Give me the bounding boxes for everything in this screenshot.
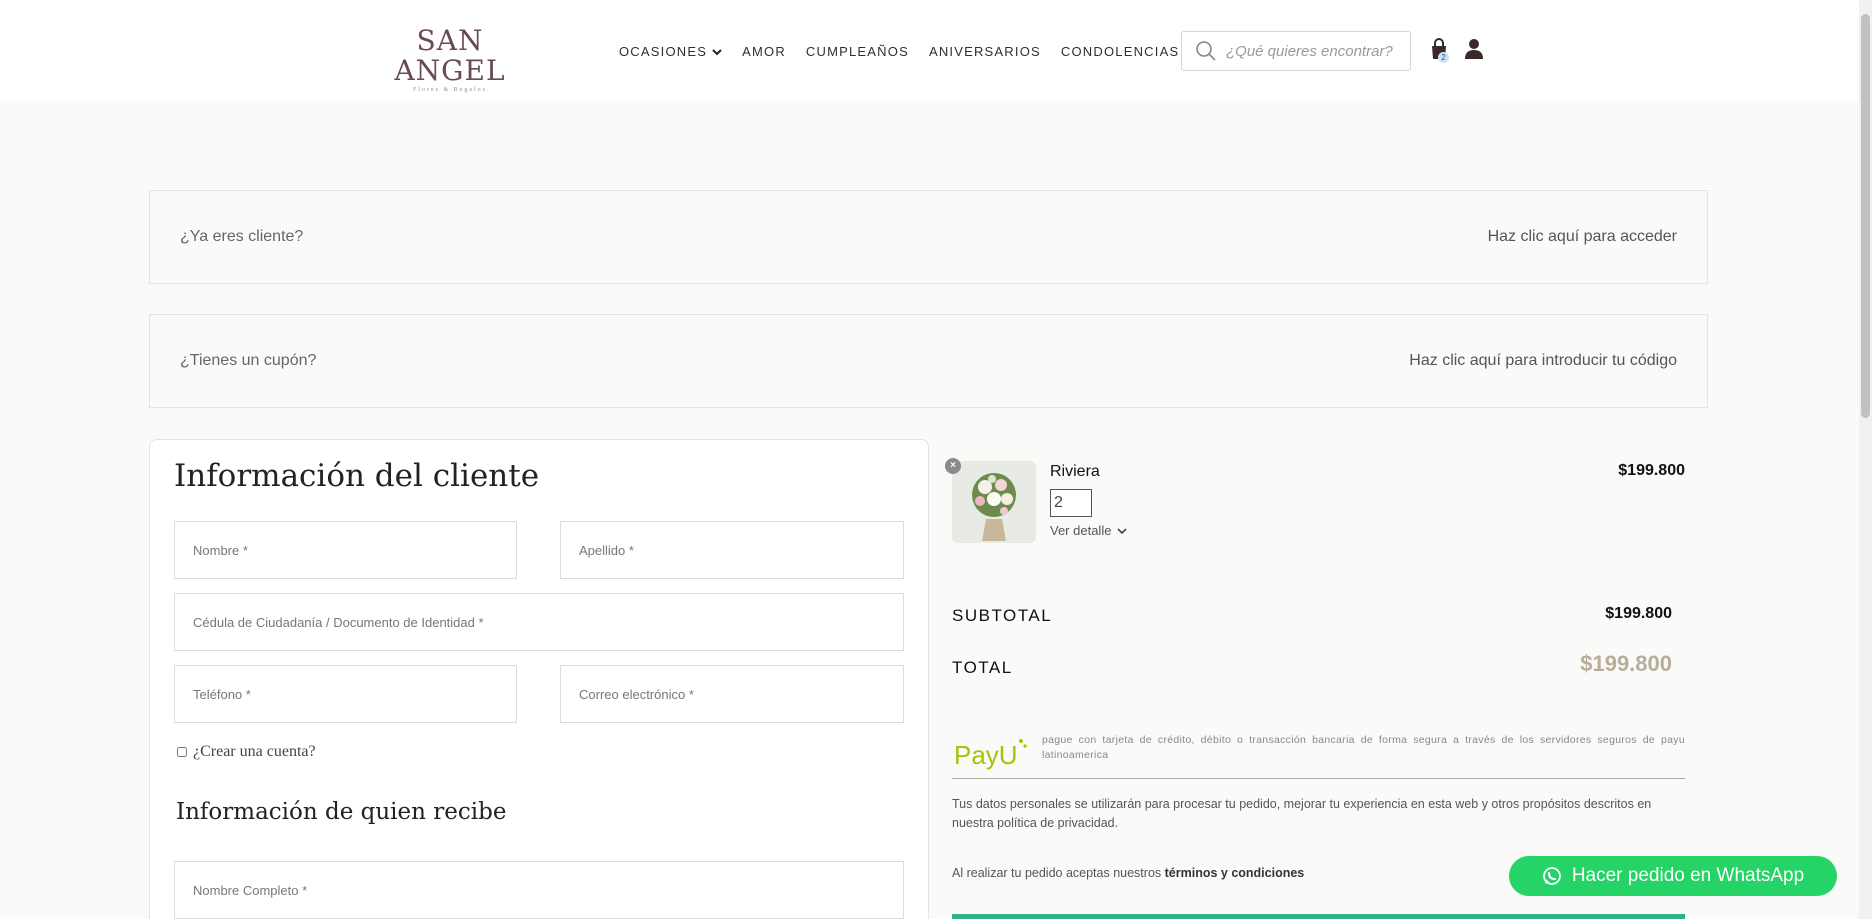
product-thumbnail[interactable] — [952, 461, 1036, 543]
cart-count-badge: 2 — [1438, 52, 1449, 63]
search-icon[interactable] — [1194, 39, 1218, 63]
chevron-down-icon — [712, 48, 722, 55]
quantity-input[interactable] — [1050, 489, 1092, 517]
payu-description: pague con tarjeta de crédito, débito o t… — [1042, 734, 1685, 761]
place-order-button[interactable] — [952, 914, 1685, 919]
login-notice: ¿Ya eres cliente? Haz clic aquí para acc… — [149, 190, 1708, 284]
product-name[interactable]: Riviera — [1050, 463, 1100, 481]
whatsapp-order-button[interactable]: Hacer pedido en WhatsApp — [1509, 856, 1837, 896]
user-icon[interactable] — [1465, 38, 1483, 60]
search-input[interactable] — [1226, 42, 1406, 60]
nav-item-condolencias[interactable]: CONDOLENCIAS — [1061, 44, 1179, 59]
chevron-down-icon — [1117, 527, 1128, 534]
subtotal-value: $199.800 — [1605, 605, 1672, 622]
id-document-field[interactable] — [174, 593, 904, 651]
whatsapp-label: Hacer pedido en WhatsApp — [1571, 865, 1805, 886]
flower-bouquet-image — [952, 461, 1036, 543]
site-logo[interactable]: SAN ANGEL Flores & Regalos — [365, 24, 535, 94]
privacy-notice: Tus datos personales se utilizarán para … — [952, 797, 1652, 830]
svg-text:PayU: PayU — [954, 740, 1018, 770]
coupon-link[interactable]: Haz clic aquí para introducir tu código — [1409, 352, 1677, 370]
nav-label: AMOR — [742, 44, 786, 59]
phone-field[interactable] — [174, 665, 517, 723]
view-detail-link[interactable]: Ver detalle — [1050, 523, 1128, 538]
scrollbar-thumb[interactable] — [1861, 14, 1870, 418]
create-account-label: ¿Crear una cuenta? — [193, 743, 316, 760]
last-name-field[interactable] — [560, 521, 904, 579]
subtotal-label: SUBTOTAL — [952, 606, 1053, 625]
view-detail-label: Ver detalle — [1050, 523, 1112, 538]
coupon-notice: ¿Tienes un cupón? Haz clic aquí para int… — [149, 314, 1708, 408]
logo-text: SAN ANGEL — [394, 24, 506, 87]
nav-item-cumpleanos[interactable]: CUMPLEAÑOS — [806, 44, 909, 59]
login-question: ¿Ya eres cliente? — [180, 228, 304, 245]
customer-info-title: Información del cliente — [174, 458, 540, 494]
terms-link[interactable]: términos y condiciones — [1165, 866, 1305, 880]
remove-item-button[interactable]: × — [945, 458, 961, 474]
payu-logo: PayU — [954, 739, 1027, 770]
nav-label: OCASIONES — [619, 44, 708, 59]
email-field[interactable] — [560, 665, 904, 723]
main-nav: OCASIONES AMOR CUMPLEAÑOS ANIVERSARIOS C… — [619, 44, 1179, 59]
nav-label: CUMPLEAÑOS — [805, 44, 909, 59]
divider — [952, 778, 1685, 779]
recipient-name-field[interactable] — [174, 861, 904, 919]
total-value: $199.800 — [1580, 651, 1672, 676]
terms-prefix: Al realizar tu pedido aceptas nuestros — [952, 866, 1162, 880]
recipient-info-title: Información de quien recibe — [176, 799, 507, 825]
total-label: TOTAL — [952, 658, 1013, 677]
create-account-checkbox[interactable] — [177, 747, 187, 757]
search-box — [1181, 31, 1411, 71]
product-price: $199.800 — [1618, 462, 1685, 479]
nav-item-ocasiones[interactable]: OCASIONES — [619, 44, 722, 59]
coupon-question: ¿Tienes un cupón? — [180, 352, 317, 369]
create-account-option[interactable]: ¿Crear una cuenta? — [177, 743, 316, 761]
nav-label: CONDOLENCIAS — [1060, 44, 1180, 59]
whatsapp-icon — [1542, 867, 1561, 885]
site-header: SAN ANGEL Flores & Regalos OCASIONES AMO… — [0, 0, 1859, 101]
first-name-field[interactable] — [174, 521, 517, 579]
nav-label: ANIVERSARIOS — [928, 44, 1041, 59]
nav-item-aniversarios[interactable]: ANIVERSARIOS — [929, 44, 1041, 59]
nav-item-amor[interactable]: AMOR — [742, 44, 786, 59]
logo-tagline: Flores & Regalos — [413, 87, 487, 93]
terms-notice: Al realizar tu pedido aceptas nuestros t… — [952, 866, 1304, 880]
login-link[interactable]: Haz clic aquí para acceder — [1488, 228, 1677, 246]
